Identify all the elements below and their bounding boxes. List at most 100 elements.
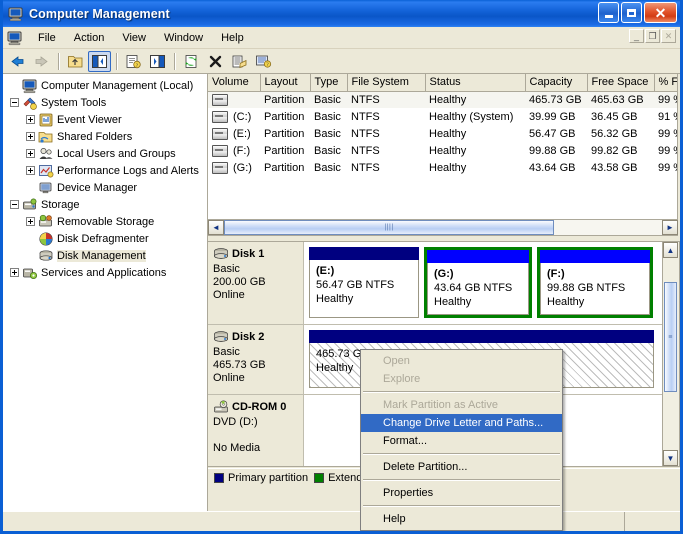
tree-item-local-users-and-groups[interactable]: Local Users and Groups xyxy=(6,145,207,162)
disk-row-disk-1[interactable]: Disk 1 Basic 200.00 GB Online (E:) 56.47… xyxy=(208,242,662,325)
table-row[interactable]: (C:) Partition Basic NTFS Healthy (Syste… xyxy=(208,108,677,125)
menu-item-open[interactable]: Open xyxy=(361,352,562,370)
tree-item-shared-folders[interactable]: Shared Folders xyxy=(6,128,207,145)
table-row[interactable]: (G:) Partition Basic NTFS Healthy 43.64 … xyxy=(208,159,677,176)
console-tree: Computer Management (Local) System Tools xyxy=(3,74,207,281)
disk-name: Disk 1 xyxy=(232,248,265,260)
partition-f[interactable]: (F:) 99.88 GB NTFS Healthy xyxy=(537,247,653,318)
partition-e[interactable]: (E:) 56.47 GB NTFS Healthy xyxy=(309,247,419,318)
menu-item-explore[interactable]: Explore xyxy=(361,370,562,388)
computer-icon xyxy=(22,78,38,94)
tree-item-disk-defragmenter[interactable]: Disk Defragmenter xyxy=(6,230,207,247)
tree-item-label: Shared Folders xyxy=(57,130,133,143)
menu-item-change-drive-letter-and-paths[interactable]: Change Drive Letter and Paths... xyxy=(361,414,562,432)
column-header-file-system[interactable]: File System xyxy=(347,74,426,92)
volume-icon xyxy=(212,127,228,140)
expand-expander-icon[interactable] xyxy=(26,115,35,124)
menu-file[interactable]: File xyxy=(29,30,65,46)
scroll-right-arrow-icon[interactable]: ► xyxy=(662,220,678,235)
menu-help[interactable]: Help xyxy=(212,30,253,46)
table-row[interactable]: (F:) Partition Basic NTFS Healthy 99.88 … xyxy=(208,142,677,159)
expand-expander-icon[interactable] xyxy=(26,149,35,158)
menu-item-delete-partition[interactable]: Delete Partition... xyxy=(361,458,562,476)
table-row[interactable]: (E:) Partition Basic NTFS Healthy 56.47 … xyxy=(208,125,677,142)
collapse-expander-icon[interactable] xyxy=(10,200,19,209)
tree-item-removable-storage[interactable]: Removable Storage xyxy=(6,213,207,230)
refresh-button[interactable] xyxy=(180,51,203,72)
delete-button[interactable] xyxy=(204,51,227,72)
properties-button[interactable]: ? xyxy=(122,51,145,72)
disk-header-disk-1[interactable]: Disk 1 Basic 200.00 GB Online xyxy=(208,242,304,324)
scroll-track[interactable]: |||| xyxy=(224,220,662,235)
column-header-layout[interactable]: Layout xyxy=(260,74,311,92)
mdi-close-button[interactable]: ✕ xyxy=(661,29,676,43)
tree-item-label: Device Manager xyxy=(57,181,138,194)
services-apps-icon xyxy=(22,265,38,281)
scroll-up-arrow-icon[interactable]: ▲ xyxy=(663,242,678,258)
menu-item-format[interactable]: Format... xyxy=(361,432,562,450)
column-header-type[interactable]: Type xyxy=(310,74,348,92)
cell-file-system: NTFS xyxy=(351,127,380,140)
expand-expander-icon[interactable] xyxy=(26,217,35,226)
column-header-pct-free[interactable]: % Free xyxy=(654,74,677,92)
volume-list-horizontal-scrollbar[interactable]: ◄ |||| ► xyxy=(208,220,678,236)
system-tools-icon xyxy=(22,95,38,111)
local-users-icon xyxy=(38,146,54,162)
scroll-down-arrow-icon[interactable]: ▼ xyxy=(663,450,678,466)
up-one-level-button[interactable] xyxy=(64,51,87,72)
column-header-status[interactable]: Status xyxy=(425,74,526,92)
expand-expander-icon[interactable] xyxy=(10,268,19,277)
cell-volume: (C:) xyxy=(208,108,260,125)
expand-expander-icon[interactable] xyxy=(26,166,35,175)
close-button[interactable]: ✕ xyxy=(644,2,677,23)
volume-table: Volume Layout Type File System Status Ca… xyxy=(208,74,677,176)
mdi-restore-button[interactable]: ❐ xyxy=(645,29,660,43)
menu-item-properties[interactable]: Properties xyxy=(361,484,562,502)
cell-capacity: 43.64 GB xyxy=(529,161,576,174)
column-header-volume[interactable]: Volume xyxy=(208,74,261,92)
partition-color-bar xyxy=(309,247,419,260)
extended-partition-swatch-icon xyxy=(314,472,325,483)
tree-item-services-and-applications[interactable]: Services and Applications xyxy=(6,264,207,281)
collapse-expander-icon[interactable] xyxy=(10,98,19,107)
mdi-minimize-button[interactable]: _ xyxy=(629,29,644,43)
show-hide-action-pane-button[interactable] xyxy=(146,51,169,72)
table-header-row: Volume Layout Type File System Status Ca… xyxy=(208,74,677,92)
tree-item-computer-management-local[interactable]: Computer Management (Local) xyxy=(6,77,207,94)
scroll-thumb[interactable]: ≡ xyxy=(664,282,677,392)
volume-list[interactable]: Volume Layout Type File System Status Ca… xyxy=(208,74,678,220)
scroll-thumb[interactable]: |||| xyxy=(224,220,554,235)
cell-pct-free: 99 % xyxy=(658,127,677,140)
disk-view-vertical-scrollbar[interactable]: ▲ ≡ ▼ xyxy=(663,241,680,467)
export-list-button[interactable] xyxy=(228,51,251,72)
toolbar-separator xyxy=(58,52,60,70)
tree-item-system-tools[interactable]: System Tools xyxy=(6,94,207,111)
show-hide-console-tree-button[interactable] xyxy=(88,50,111,72)
column-header-free-space[interactable]: Free Space xyxy=(587,74,655,92)
expand-expander-icon[interactable] xyxy=(26,132,35,141)
column-header-capacity[interactable]: Capacity xyxy=(525,74,588,92)
cell-type: Basic xyxy=(314,161,341,174)
menu-action[interactable]: Action xyxy=(65,30,114,46)
removable-storage-icon xyxy=(38,214,54,230)
tree-item-performance-logs-and-alerts[interactable]: Performance Logs and Alerts xyxy=(6,162,207,179)
disk-header-cdrom-0[interactable]: CD-ROM 0 DVD (D:) No Media xyxy=(208,395,304,466)
minimize-button[interactable] xyxy=(598,2,619,23)
tree-item-disk-management[interactable]: Disk Management xyxy=(6,247,207,264)
toolbar: ? ? xyxy=(3,49,680,74)
disk-header-disk-2[interactable]: Disk 2 Basic 465.73 GB Online xyxy=(208,325,304,394)
help-button[interactable]: ? xyxy=(252,51,275,72)
volume-icon xyxy=(212,93,228,106)
partition-g[interactable]: (G:) 43.64 GB NTFS Healthy xyxy=(424,247,532,318)
tree-item-device-manager[interactable]: Device Manager xyxy=(6,179,207,196)
scroll-left-arrow-icon[interactable]: ◄ xyxy=(208,220,224,235)
back-button[interactable] xyxy=(6,51,29,72)
tree-item-event-viewer[interactable]: Event Viewer xyxy=(6,111,207,128)
menu-view[interactable]: View xyxy=(113,30,155,46)
tree-item-storage[interactable]: Storage xyxy=(6,196,207,213)
menu-item-mark-partition-as-active[interactable]: Mark Partition as Active xyxy=(361,396,562,414)
menu-item-help[interactable]: Help xyxy=(361,510,562,528)
maximize-button[interactable] xyxy=(621,2,642,23)
table-row[interactable]: Partition Basic NTFS Healthy 465.73 GB 4… xyxy=(208,91,677,108)
menu-window[interactable]: Window xyxy=(155,30,212,46)
